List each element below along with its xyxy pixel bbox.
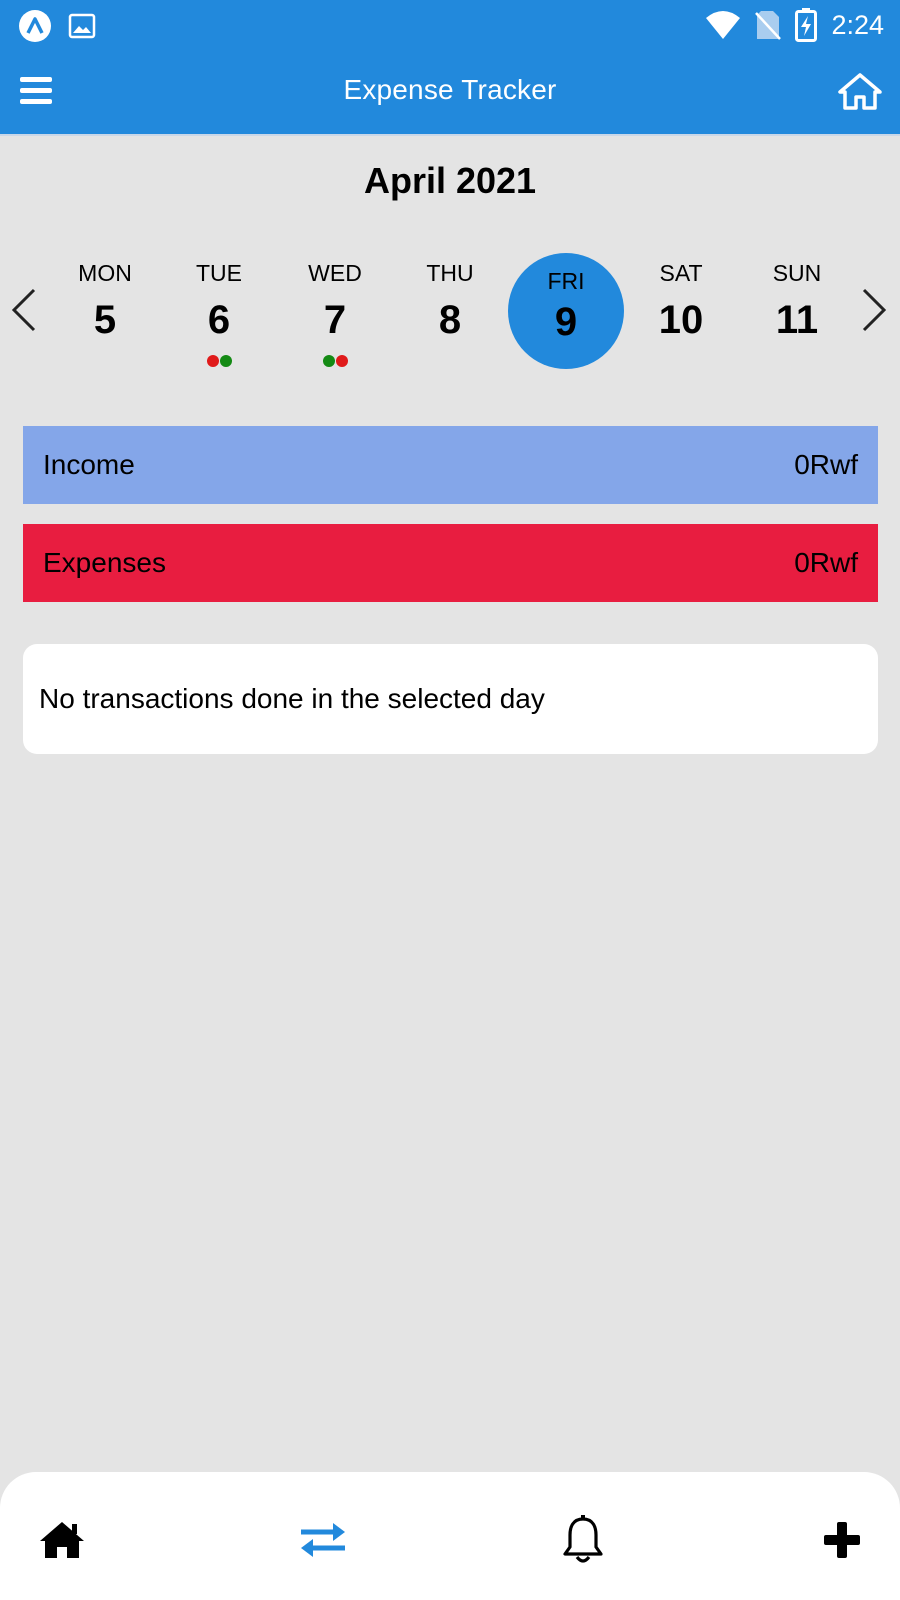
transaction-dots [161, 355, 277, 367]
app-title: Expense Tracker [343, 74, 557, 105]
home-button[interactable] [838, 72, 882, 112]
bottom-navigation [0, 1472, 900, 1600]
app-bar: Expense Tracker [0, 52, 900, 134]
nav-transactions-button[interactable] [293, 1512, 353, 1568]
bell-icon [563, 1515, 603, 1563]
day-number: 11 [775, 298, 819, 342]
income-dot [219, 355, 232, 367]
status-right-icons: 2:24 [705, 8, 884, 42]
day-mon[interactable]: MON 5 [47, 246, 163, 366]
nav-notifications-button[interactable] [553, 1512, 613, 1568]
day-tue[interactable]: TUE 6 [161, 246, 277, 367]
status-time: 2:24 [831, 9, 884, 40]
nav-home-button[interactable] [32, 1512, 92, 1568]
day-number: 7 [323, 298, 347, 342]
day-number: 8 [438, 298, 462, 342]
expenses-label: Expenses [43, 547, 166, 578]
income-value: 0Rwf [794, 449, 858, 480]
day-sat[interactable]: SAT 10 [623, 246, 739, 366]
expense-dot [206, 355, 219, 367]
day-name: THU [426, 260, 474, 286]
day-name: WED [308, 260, 362, 286]
day-name: SAT [659, 260, 703, 286]
transactions-card: No transactions done in the selected day [23, 644, 878, 754]
image-icon [68, 13, 96, 39]
expenses-summary: Expenses 0Rwf [23, 524, 878, 602]
day-fri-selected[interactable]: FRI 9 [508, 246, 624, 369]
income-summary: Income 0Rwf [23, 426, 878, 504]
day-name: TUE [196, 260, 242, 286]
day-number: 6 [207, 298, 231, 342]
expense-dot [335, 355, 348, 367]
week-strip: MON 5 TUE 6 WED 7 THU 8 FRI 9 SAT 10 SUN… [0, 246, 900, 376]
day-number: 9 [554, 300, 578, 344]
day-wed[interactable]: WED 7 [277, 246, 393, 367]
home-icon [40, 1522, 84, 1558]
status-left-icons [18, 9, 96, 43]
home-icon [838, 73, 882, 110]
app-bar-shadow [0, 134, 900, 136]
chevron-right-icon [862, 288, 887, 332]
day-number: 5 [93, 298, 117, 342]
previous-week-button[interactable] [8, 286, 40, 336]
wifi-icon [706, 11, 741, 39]
next-week-button[interactable] [860, 286, 892, 336]
nav-add-button[interactable] [812, 1512, 872, 1568]
income-dot [322, 355, 335, 367]
day-name: FRI [547, 268, 585, 294]
day-name: SUN [772, 260, 822, 286]
no-sim-icon [755, 11, 782, 40]
day-number: 10 [658, 298, 704, 342]
transfer-arrows-icon [301, 1523, 345, 1557]
expenses-value: 0Rwf [794, 547, 858, 578]
day-sun[interactable]: SUN 11 [739, 246, 855, 366]
plus-icon [824, 1522, 860, 1558]
chevron-left-icon [11, 288, 36, 332]
income-label: Income [43, 449, 135, 480]
month-title: April 2021 [363, 160, 537, 201]
battery-charging-icon [795, 8, 818, 42]
day-name: MON [78, 260, 132, 286]
transaction-dots [277, 355, 393, 367]
status-bar: 2:24 [0, 0, 900, 52]
empty-transactions-message: No transactions done in the selected day [39, 683, 545, 714]
day-thu[interactable]: THU 8 [392, 246, 508, 366]
app-logo-icon [19, 10, 51, 42]
